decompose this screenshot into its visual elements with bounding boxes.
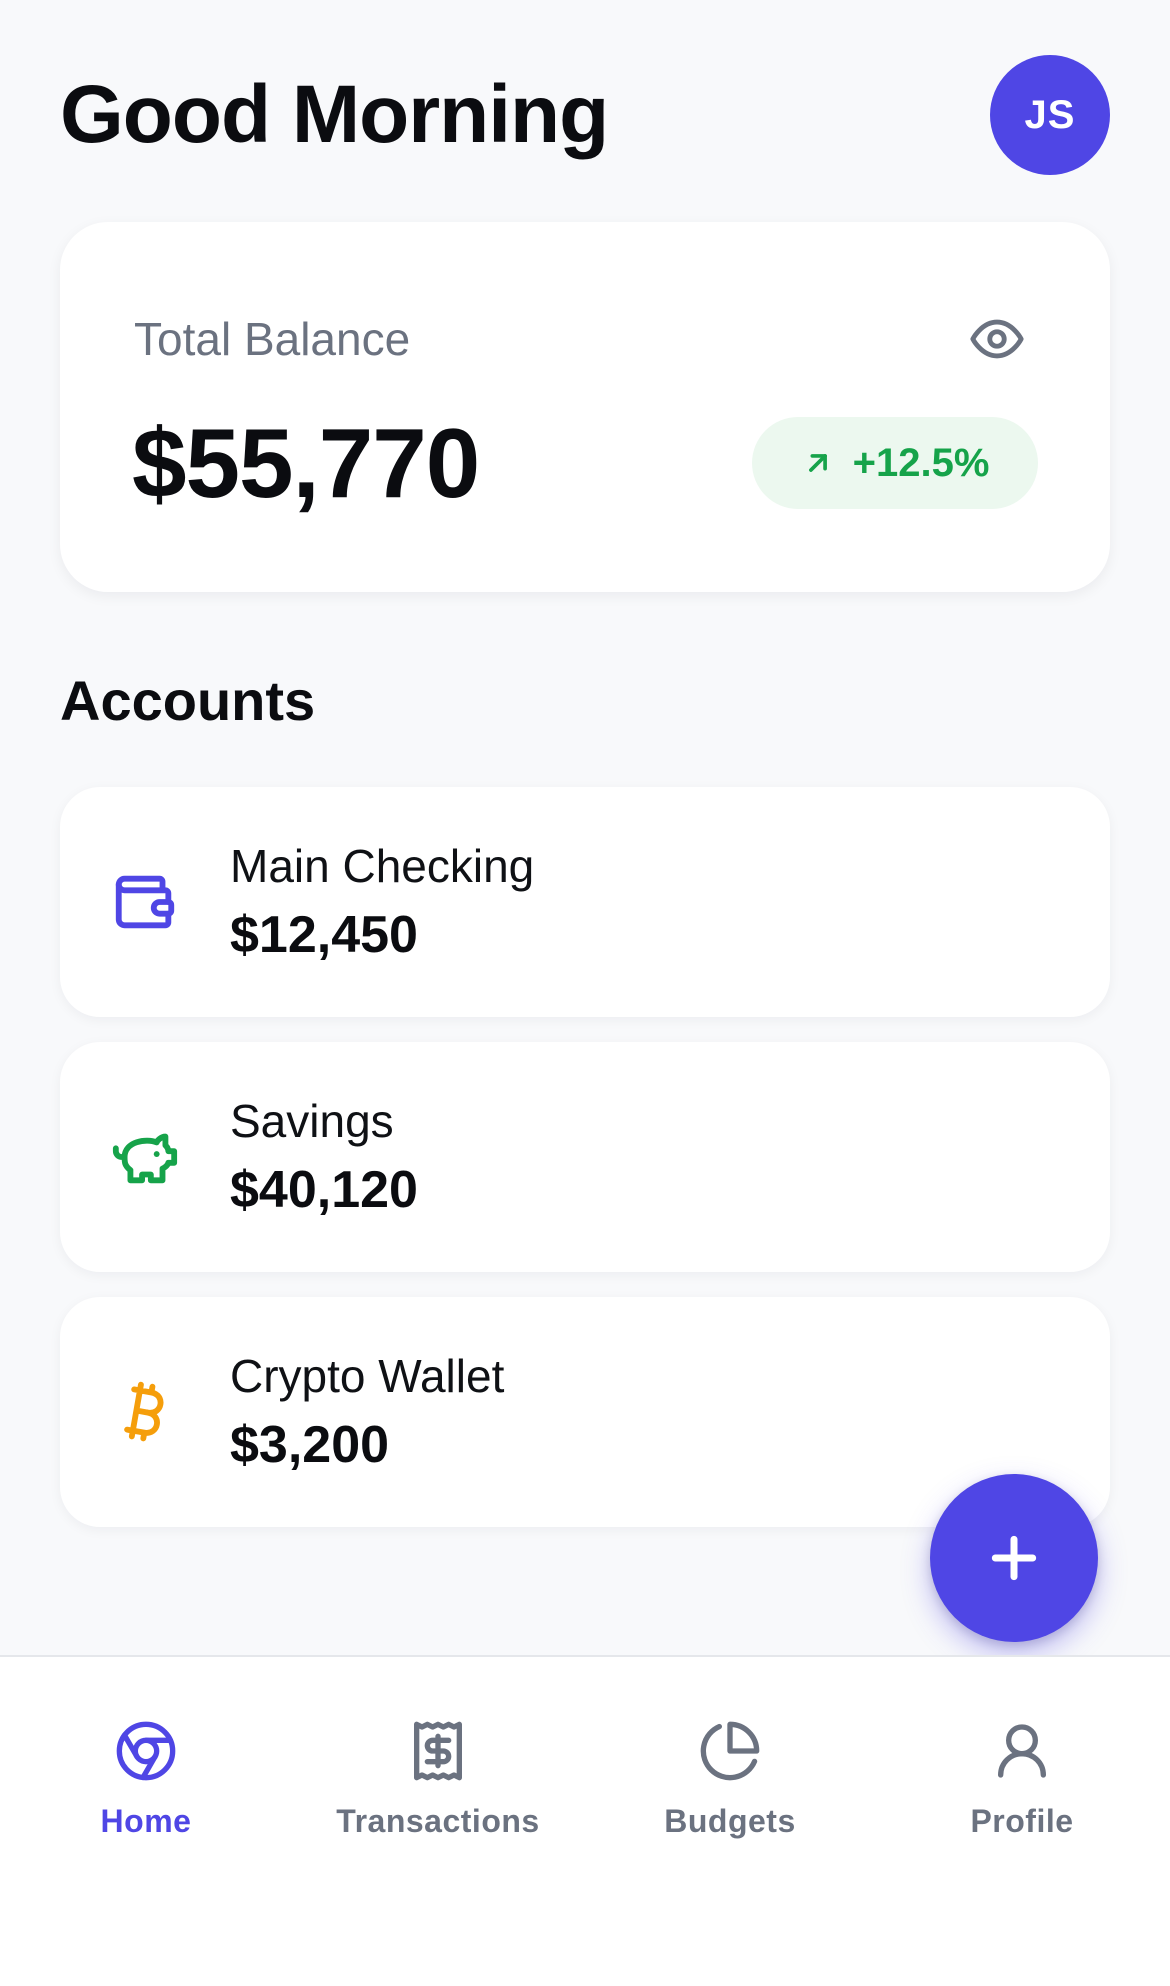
account-balance: $12,450 bbox=[230, 906, 418, 964]
balance-amount: $55,770 bbox=[132, 408, 480, 518]
pie-chart-icon bbox=[700, 1721, 760, 1781]
balance-card: Total Balance $55,770 +12.5% bbox=[60, 222, 1110, 592]
nav-item-budgets[interactable]: Budgets bbox=[584, 1719, 876, 1869]
receipt-icon bbox=[414, 1721, 462, 1781]
account-card-main-checking[interactable]: Main Checking $12,450 bbox=[60, 787, 1110, 1017]
account-balance: $3,200 bbox=[230, 1416, 390, 1474]
trend-value: +12.5% bbox=[852, 440, 990, 485]
piggy-bank-icon bbox=[112, 1133, 178, 1184]
nav-label-budgets: Budgets bbox=[664, 1803, 796, 1839]
header: Good Morning JS bbox=[60, 55, 1110, 175]
greeting-title: Good Morning bbox=[60, 69, 609, 160]
bitcoin-icon bbox=[124, 1381, 164, 1442]
trend-badge: +12.5% bbox=[752, 417, 1038, 509]
add-button[interactable] bbox=[930, 1474, 1098, 1642]
avatar[interactable]: JS bbox=[990, 55, 1110, 175]
nav-label-profile: Profile bbox=[970, 1803, 1074, 1839]
plus-icon bbox=[991, 1535, 1037, 1581]
account-card-savings[interactable]: Savings $40,120 bbox=[60, 1042, 1110, 1272]
account-card-crypto-wallet[interactable]: Crypto Wallet $3,200 bbox=[60, 1297, 1110, 1527]
account-name: Crypto Wallet bbox=[230, 1350, 505, 1402]
account-balance: $40,120 bbox=[230, 1161, 418, 1219]
nav-item-transactions[interactable]: Transactions bbox=[292, 1719, 584, 1869]
bottom-nav: Home Transactions Budgets Profile bbox=[0, 1655, 1170, 1986]
accounts-section-title: Accounts bbox=[60, 669, 316, 732]
home-icon bbox=[116, 1721, 176, 1781]
balance-label: Total Balance bbox=[134, 313, 411, 365]
nav-item-home[interactable]: Home bbox=[0, 1719, 292, 1869]
nav-item-profile[interactable]: Profile bbox=[876, 1719, 1168, 1869]
eye-icon[interactable] bbox=[968, 310, 1026, 368]
nav-label-transactions: Transactions bbox=[336, 1803, 540, 1839]
nav-label-home: Home bbox=[100, 1803, 192, 1839]
user-icon bbox=[998, 1724, 1046, 1778]
arrow-up-right-icon bbox=[808, 454, 827, 472]
wallet-icon bbox=[115, 875, 175, 929]
account-name: Main Checking bbox=[230, 840, 535, 892]
account-name: Savings bbox=[230, 1095, 394, 1147]
